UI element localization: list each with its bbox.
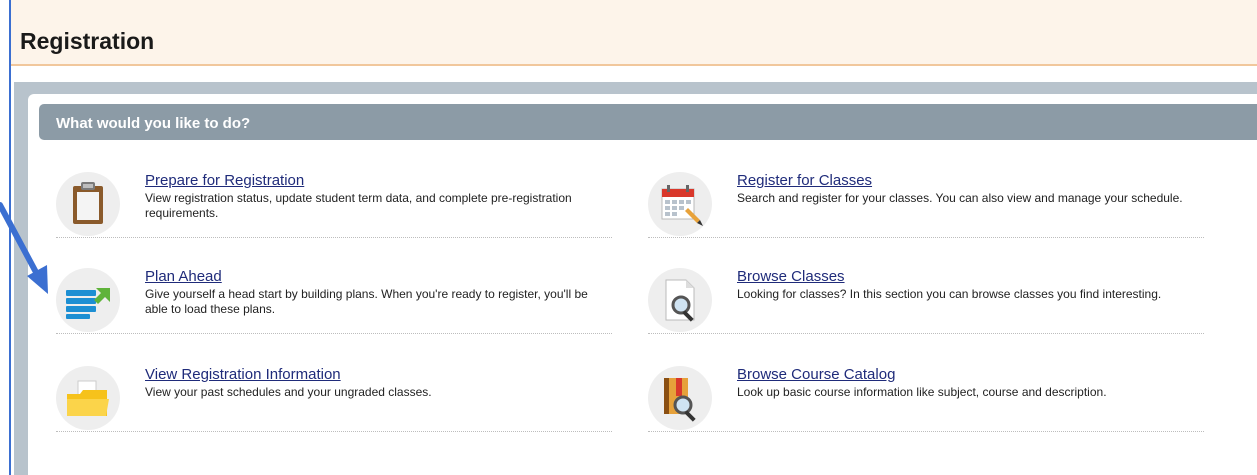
browse-course-catalog-link[interactable]: Browse Course Catalog [737,366,895,383]
browse-classes-link[interactable]: Browse Classes [737,268,845,285]
page-header: Registration [11,0,1257,66]
view-registration-info-link[interactable]: View Registration Information [145,366,341,383]
section-header: What would you like to do? [39,104,1257,140]
calendar-icon [648,172,712,236]
register-classes-item: Register for Classes Search and register… [648,170,1204,238]
folder-icon [56,366,120,430]
prepare-registration-desc: View registration status, update student… [145,191,572,220]
annotation-arrow-icon [0,202,48,294]
plan-ahead-desc: Give yourself a head start by building p… [145,287,588,316]
browse-course-catalog-item: Browse Course Catalog Look up basic cour… [648,364,1204,432]
prepare-registration-item: Prepare for Registration View registrati… [56,170,612,238]
view-registration-info-item: View Registration Information View your … [56,364,612,432]
catalog-search-icon [648,366,712,430]
browse-course-catalog-desc: Look up basic course information like su… [737,385,1107,399]
register-classes-link[interactable]: Register for Classes [737,172,872,189]
register-classes-desc: Search and register for your classes. Yo… [737,191,1183,205]
plan-ahead-item: Plan Ahead Give yourself a head start by… [56,266,612,334]
browse-classes-item: Browse Classes Looking for classes? In t… [648,266,1204,334]
browse-classes-desc: Looking for classes? In this section you… [737,287,1162,301]
plan-ahead-link[interactable]: Plan Ahead [145,268,222,285]
document-search-icon [648,268,712,332]
prepare-registration-link[interactable]: Prepare for Registration [145,172,304,189]
view-registration-info-desc: View your past schedules and your ungrad… [145,385,432,399]
